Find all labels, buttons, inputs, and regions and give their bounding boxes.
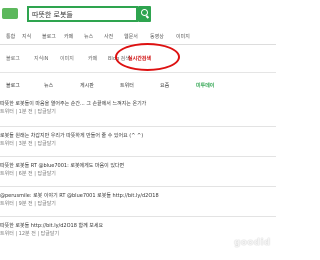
category-item[interactable]: 게시판 — [80, 82, 94, 89]
nav-item[interactable]: 웹문서 — [124, 33, 138, 40]
category-bar: 블로그 뉴스 게시판 트위터 요즘 미투데이 — [0, 78, 276, 92]
subtab[interactable]: 이미지 — [60, 55, 74, 62]
result-meta: 트위터 | 3분 전 | 답글달기 — [0, 141, 56, 147]
subtab[interactable]: 지식iN — [34, 55, 48, 62]
watermark: goodid — [234, 238, 271, 248]
nav-item[interactable]: 사전 — [104, 33, 113, 40]
highlight-ellipse — [115, 43, 180, 71]
nav-item[interactable]: 지식 — [22, 33, 31, 40]
result-text[interactable]: 따뜻한 로봇들이 마음을 열어주는 순간... 그 손끝에서 느껴지는 온기가 — [0, 100, 146, 107]
nav-item[interactable]: 동영상 — [150, 33, 164, 40]
separator — [0, 156, 276, 157]
result-meta: 트위터 | 6분 전 | 답글달기 — [0, 171, 56, 177]
divider — [0, 72, 276, 73]
category-item[interactable]: 트위터 — [120, 82, 134, 89]
subtab[interactable]: 카페 — [88, 55, 97, 62]
separator — [0, 216, 276, 217]
result-text[interactable]: 로봇들 원래는 차갑지만 우리가 따뜻하게 만들어 줄 수 있어요 (^ ^) — [0, 132, 143, 139]
category-item[interactable]: 뉴스 — [44, 82, 53, 89]
search-icon-handle — [145, 15, 150, 19]
nav-item[interactable]: 통합 — [6, 33, 15, 40]
result-meta: 트위터 | 1분 전 | 답글달기 — [0, 109, 56, 115]
search-input[interactable]: 따뜻한 로봇들 — [27, 6, 138, 22]
result-meta: 트위터 | 9분 전 | 답글달기 — [0, 201, 56, 207]
result-text[interactable]: 따뜻한 로봇들 RT @blue7001: 로봇에게도 마음이 있다면 — [0, 162, 124, 169]
nav-item[interactable]: 블로그 — [42, 33, 56, 40]
result-text[interactable]: @perusmile: 로봇 이야기 RT @blue7001 로봇들 http… — [0, 192, 159, 199]
search-button[interactable] — [138, 6, 151, 22]
category-item[interactable]: 블로그 — [6, 82, 20, 89]
nav-item[interactable]: 뉴스 — [84, 33, 93, 40]
result-text[interactable]: 따뜻한 로봇들 http://bit.ly/d2O18 함께 보세요 — [0, 222, 103, 229]
nav-item[interactable]: 이미지 — [176, 33, 190, 40]
logo[interactable] — [2, 8, 18, 19]
nav-item[interactable]: 카페 — [64, 33, 73, 40]
category-item[interactable]: 요즘 — [160, 82, 169, 89]
separator — [0, 126, 276, 127]
main-nav: 통합 지식 블로그 카페 뉴스 사전 웹문서 동영상 이미지 — [0, 30, 276, 44]
subtab[interactable]: 블로그 — [6, 55, 20, 62]
result-meta: 트위터 | 12분 전 | 답글달기 — [0, 231, 60, 237]
category-item-selected[interactable]: 미투데이 — [196, 82, 214, 89]
separator — [0, 186, 276, 187]
